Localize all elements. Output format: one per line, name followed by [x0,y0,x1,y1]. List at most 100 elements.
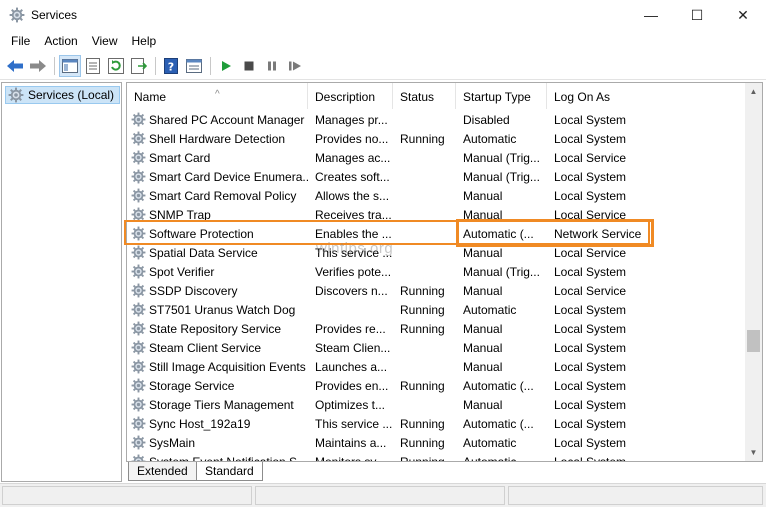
service-description: Maintains a... [315,435,387,450]
column-header-startup-type[interactable]: Startup Type [456,83,547,109]
service-name: Smart Card Device Enumera... [149,169,308,184]
close-button[interactable]: ✕ [720,0,766,30]
properties-button[interactable] [82,55,104,77]
table-row[interactable]: Smart Card Device Enumera... Creates soft… [127,167,747,186]
service-status: Running [400,416,445,431]
service-name: SSDP Discovery [149,283,238,298]
service-startup-type: Manual [463,245,503,260]
forward-button[interactable] [27,55,49,77]
show-hide-console-tree-button[interactable] [59,55,81,77]
tab-extended[interactable]: Extended [128,462,197,481]
column-header-description[interactable]: Description [308,83,393,109]
tab-standard[interactable]: Standard [196,462,263,481]
help-icon: ? [164,58,178,74]
table-row[interactable]: System Event Notification S... Monitors s… [127,452,747,462]
gear-icon [131,150,146,165]
status-cell [2,486,252,505]
toolbar-separator [210,57,211,75]
service-status: Running [400,378,445,393]
status-bar [0,483,766,507]
table-row[interactable]: Sync Host_192a19 This service ... Running A… [127,414,747,433]
gear-icon [131,207,146,222]
table-row[interactable]: Still Image Acquisition Events Launches a… [127,357,747,376]
service-startup-type: Manual [463,397,503,412]
service-name-cell: Shell Hardware Detection [127,131,308,146]
maximize-button[interactable]: ☐ [674,0,720,30]
table-row[interactable]: SysMain Maintains a... Running Automatic Loc… [127,433,747,452]
table-row[interactable]: Shell Hardware Detection Provides no... Ru… [127,129,747,148]
table-row[interactable]: SSDP Discovery Discovers n... Running Manua… [127,281,747,300]
service-name-cell: Sync Host_192a19 [127,416,308,431]
export-list-button[interactable] [128,55,150,77]
service-name: Smart Card [149,150,211,165]
table-row[interactable]: Spot Verifier Verifies pote... Manual (Tri… [127,262,747,281]
play-icon [222,61,231,71]
view-tabs: Extended Standard [126,462,763,482]
service-name: Steam Client Service [149,340,262,355]
menu-file[interactable]: File [4,30,37,52]
service-startup-type: Automatic [463,302,517,317]
gear-icon [9,7,25,23]
start-service-button[interactable] [215,55,237,77]
table-row[interactable]: Storage Tiers Management Optimizes t... Ma… [127,395,747,414]
service-log-on-as: Local System [554,416,627,431]
service-name: Smart Card Removal Policy [149,188,297,203]
gear-icon [131,454,146,462]
service-name-cell: ST7501 Uranus Watch Dog [127,302,308,317]
table-row[interactable]: ST7501 Uranus Watch Dog Running Automatic L… [127,300,747,319]
help-button[interactable]: ? [160,55,182,77]
scroll-up-icon[interactable]: ▲ [745,83,762,100]
service-description: Launches a... [315,359,388,374]
table-row[interactable]: Smart Card Removal Policy Allows the s...… [127,186,747,205]
stop-service-button[interactable] [238,55,260,77]
service-name-cell: Still Image Acquisition Events [127,359,308,374]
service-description: Discovers n... [315,283,388,298]
list-header: Name ^ Description Status Startup Type L… [127,83,747,109]
table-row[interactable]: Smart Card Manages ac... Manual (Trig... Lo… [127,148,747,167]
forward-arrow-icon [30,60,46,72]
service-startup-type: Automatic (... [463,226,534,241]
service-log-on-as: Local Service [554,150,627,165]
menu-help[interactable]: Help [125,30,164,52]
service-description: Receives tra... [315,207,392,222]
mmc-view-button[interactable] [183,55,205,77]
service-log-on-as: Local System [554,397,627,412]
scroll-thumb[interactable] [747,330,760,352]
toolbar-separator [155,57,156,75]
table-row[interactable]: State Repository Service Provides re... Ru… [127,319,747,338]
console-tree: Services (Local) [1,82,122,482]
scroll-down-icon[interactable]: ▼ [745,444,762,461]
service-log-on-as: Local System [554,169,627,184]
table-row[interactable]: Shared PC Account Manager Manages pr... Di… [127,110,747,129]
gear-icon [131,321,146,336]
service-name: System Event Notification S... [149,454,308,462]
menu-view[interactable]: View [85,30,125,52]
service-name-cell: SNMP Trap [127,207,308,222]
service-name-cell: System Event Notification S... [127,454,308,462]
back-button[interactable] [4,55,26,77]
table-row[interactable]: SNMP Trap Receives tra... Manual Local Serv… [127,205,747,224]
table-row[interactable]: Storage Service Provides en... Running Auto… [127,376,747,395]
gear-icon [131,359,146,374]
minimize-button[interactable]: — [628,0,674,30]
restart-service-button[interactable] [284,55,306,77]
service-description: Verifies pote... [315,264,392,279]
column-header-label: Name [134,90,167,104]
services-list: Name ^ Description Status Startup Type L… [126,82,763,462]
service-name: SysMain [149,435,196,450]
column-header-name[interactable]: Name ^ [127,83,308,109]
vertical-scrollbar[interactable]: ▲ ▼ [745,83,762,461]
export-icon [131,58,147,74]
column-header-status[interactable]: Status [393,83,456,109]
table-row[interactable]: Spatial Data Service This service ... Manu… [127,243,747,262]
refresh-button[interactable] [105,55,127,77]
pause-service-button[interactable] [261,55,283,77]
tree-item-services-local[interactable]: Services (Local) [5,86,121,104]
menu-action[interactable]: Action [37,30,84,52]
service-name: Storage Service [149,378,235,393]
table-row[interactable]: Steam Client Service Steam Clien... Manual… [127,338,747,357]
service-name: Storage Tiers Management [149,397,294,412]
table-row[interactable]: Software Protection Enables the ... Automa… [127,224,747,243]
service-description: Provides en... [315,378,389,393]
column-header-log-on-as[interactable]: Log On As [547,83,647,109]
